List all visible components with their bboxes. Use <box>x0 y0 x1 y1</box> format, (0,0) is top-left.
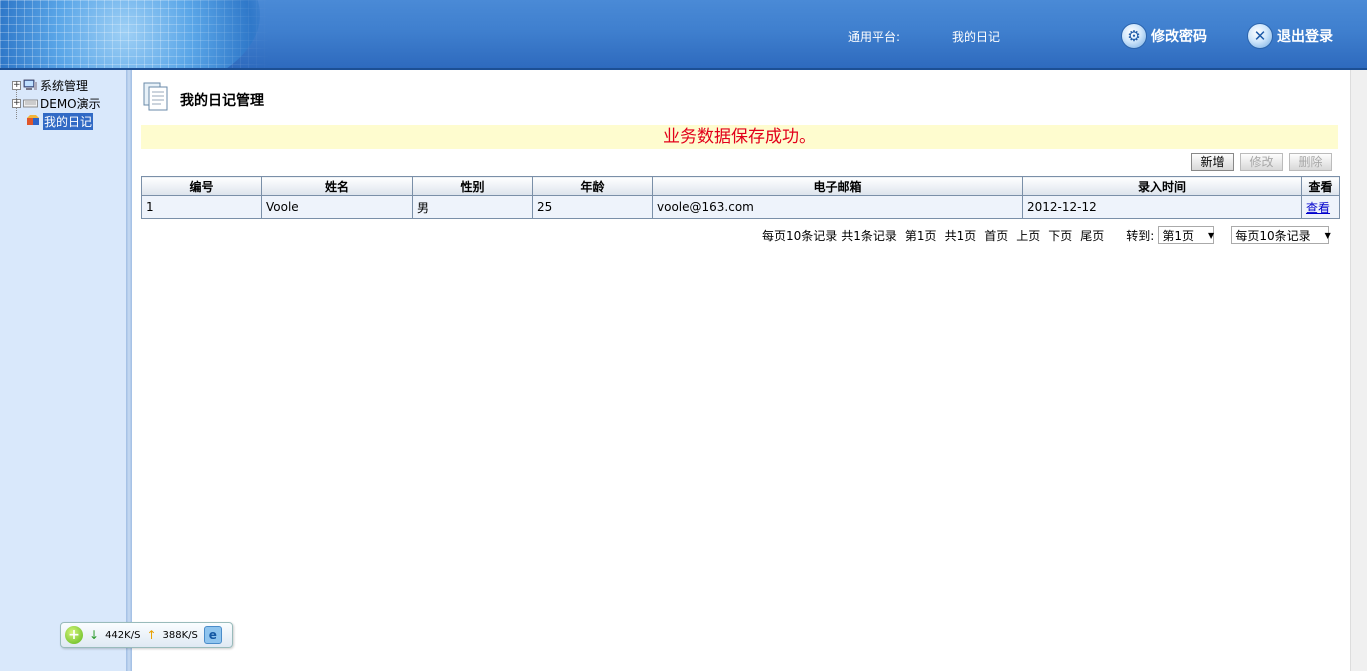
tree-item-label: 我的日记 <box>43 112 94 130</box>
upload-arrow-icon: ↑ <box>146 628 157 642</box>
tree-item-label: 系统管理 <box>40 78 89 93</box>
edit-button[interactable]: 修改 <box>1240 153 1283 171</box>
column-header[interactable]: 性别 <box>412 176 533 196</box>
dropdown-arrow-icon: ▼ <box>1207 230 1215 240</box>
current-page: 第1页 <box>904 228 937 243</box>
pagination: 每页10条记录 共1条记录 第1页 共1页 首页 上页 下页 尾页 转到: 第1… <box>762 225 1331 245</box>
add-button[interactable]: 新增 <box>1191 153 1234 171</box>
computer-icon <box>23 79 37 90</box>
table-header-row: 编号 姓名 性别 年龄 电子邮箱 录入时间 查看 <box>141 176 1340 196</box>
expand-icon[interactable]: + <box>12 98 21 108</box>
column-header[interactable]: 姓名 <box>261 176 413 196</box>
network-speed-widget[interactable]: + ↓ 442K/S ↑ 388K/S e <box>60 622 233 648</box>
last-page-link[interactable]: 尾页 <box>1080 227 1104 244</box>
download-arrow-icon: ↓ <box>89 628 100 642</box>
change-password-label: 修改密码 <box>1151 29 1207 45</box>
platform-value: 我的日记 <box>952 30 1001 44</box>
tree-item-system[interactable]: + 系统管理 <box>12 77 88 93</box>
cell-gender: 男 <box>412 195 533 219</box>
tree-item-demo[interactable]: + DEMO演示 <box>12 95 101 111</box>
tree-item-my-diary[interactable]: 我的日记 <box>26 112 94 130</box>
change-password-button[interactable]: ⚙ 修改密码 <box>1121 22 1207 50</box>
per-page-text: 每页10条记录 <box>762 228 838 243</box>
document-icon <box>143 82 168 111</box>
goto-label: 转到: <box>1126 228 1155 243</box>
download-speed: 442K/S <box>105 629 141 641</box>
cell-email: voole@163.com <box>652 195 1023 219</box>
cube-icon <box>27 115 39 125</box>
column-header[interactable]: 录入时间 <box>1022 176 1302 196</box>
cell-age: 25 <box>532 195 653 219</box>
column-header[interactable]: 电子邮箱 <box>652 176 1023 196</box>
wrench-icon: ⚙ <box>1121 23 1147 49</box>
platform-label: 通用平台: <box>848 30 901 44</box>
header-decoration <box>0 0 270 70</box>
cell-view: 查看 <box>1301 195 1340 219</box>
page-title: 我的日记管理 <box>180 93 264 109</box>
cell-date: 2012-12-12 <box>1022 195 1302 219</box>
logout-label: 退出登录 <box>1277 29 1333 45</box>
column-header[interactable]: 查看 <box>1301 176 1340 196</box>
goto-page-select[interactable]: 第1页 ▼ <box>1158 226 1215 244</box>
first-page-link[interactable]: 首页 <box>984 227 1008 244</box>
expand-icon[interactable]: + <box>12 80 21 90</box>
diary-table: 编号 姓名 性别 年龄 电子邮箱 录入时间 查看 1 Voole 男 25 vo… <box>141 176 1340 219</box>
total-pages: 共1页 <box>944 228 977 243</box>
top-header: 通用平台: 我的日记 ⚙ 修改密码 ✕ 退出登录 <box>0 0 1367 70</box>
browser-icon[interactable]: e <box>203 626 222 644</box>
upload-speed: 388K/S <box>162 629 198 641</box>
table-row[interactable]: 1 Voole 男 25 voole@163.com 2012-12-12 查看 <box>141 195 1340 219</box>
success-message: 业务数据保存成功。 <box>141 125 1338 149</box>
column-header[interactable]: 编号 <box>141 176 262 196</box>
prev-page-link[interactable]: 上页 <box>1016 227 1040 244</box>
total-records: 共1条记录 <box>841 228 897 243</box>
delete-button[interactable]: 删除 <box>1289 153 1332 171</box>
next-page-link[interactable]: 下页 <box>1048 227 1072 244</box>
column-header[interactable]: 年龄 <box>532 176 653 196</box>
close-icon: ✕ <box>1247 23 1273 49</box>
dropdown-arrow-icon: ▼ <box>1324 230 1331 240</box>
tree-item-label: DEMO演示 <box>40 96 101 111</box>
keyboard-icon <box>23 99 38 108</box>
main-content: 我的日记管理 业务数据保存成功。 新增 修改 删除 编号 姓名 性别 年龄 电子… <box>132 70 1350 671</box>
per-page-value: 每页10条记录 <box>1235 228 1311 243</box>
cell-id: 1 <box>141 195 262 219</box>
per-page-select[interactable]: 每页10条记录 ▼ <box>1231 226 1331 244</box>
goto-page-value: 第1页 <box>1162 228 1194 243</box>
logout-button[interactable]: ✕ 退出登录 <box>1247 22 1333 50</box>
cell-name: Voole <box>261 195 413 219</box>
plus-icon[interactable]: + <box>65 626 83 644</box>
sidebar-tree: + 系统管理 + DEMO演示 我的日记 <box>0 70 126 671</box>
view-link[interactable]: 查看 <box>1306 201 1330 215</box>
vertical-scrollbar[interactable] <box>1350 70 1367 671</box>
